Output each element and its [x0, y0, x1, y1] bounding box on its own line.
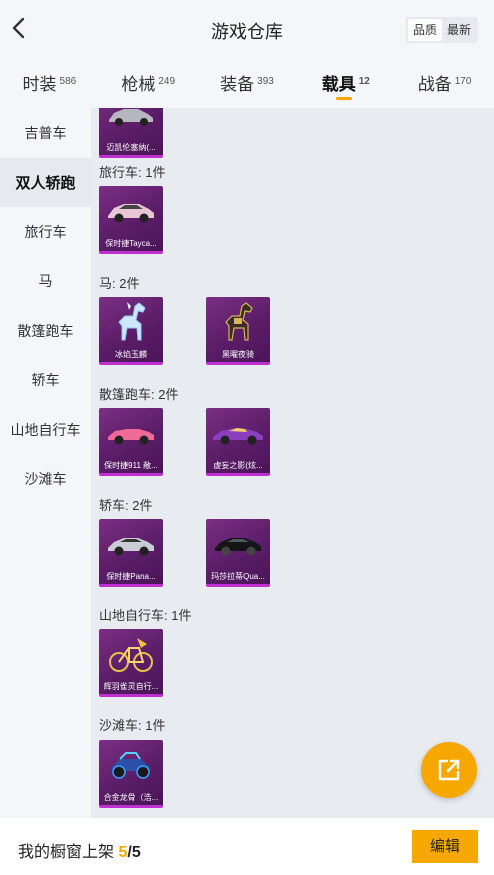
tab-underline: [335, 97, 352, 100]
sort-toggle: 品质 最新: [405, 17, 478, 43]
item-card[interactable]: 玛莎拉蒂Qua...: [206, 519, 270, 587]
car-icon: [99, 519, 163, 569]
sidebar-item-jeep[interactable]: 吉普车: [0, 108, 91, 158]
horse-icon: [206, 297, 270, 347]
item-name: 辉羽雀灵自行...: [103, 682, 159, 691]
tab-count: 249: [158, 76, 176, 87]
item-card[interactable]: 辉羽雀灵自行...: [99, 629, 163, 697]
showcase-status: 我的橱窗上架 5/5: [18, 838, 141, 862]
item-card[interactable]: 保时捷911 敞...: [99, 408, 163, 476]
item-card[interactable]: 合金龙骨（浩...: [99, 740, 163, 808]
sort-option-latest[interactable]: 最新: [442, 19, 476, 41]
item-name: 冰焰玉麟: [115, 350, 147, 359]
item-card[interactable]: 冰焰玉麟: [99, 297, 163, 365]
item-card[interactable]: 保时捷Tayca...: [99, 186, 163, 254]
sidebar-item-convertible[interactable]: 散篷跑车: [0, 306, 91, 356]
tab-label: 枪械: [121, 75, 156, 94]
item-card[interactable]: 保时捷Pana...: [99, 519, 163, 587]
item-name: 保时捷911 敞...: [104, 461, 158, 470]
group-label-beach-buggy: 沙滩车: 1件: [99, 718, 166, 733]
tab-label: 时装: [22, 75, 57, 94]
item-name: 虚妄之影(炫...: [213, 461, 263, 470]
group-label-mountain-bike: 山地自行车: 1件: [99, 608, 192, 623]
buggy-icon: [99, 740, 163, 790]
item-card[interactable]: 黑曜夜骑: [206, 297, 270, 365]
tab-firearms[interactable]: 枪械 249: [99, 58, 198, 108]
car-icon: [99, 186, 163, 236]
car-icon: [206, 519, 270, 569]
sort-option-quality[interactable]: 品质: [407, 19, 442, 41]
share-button[interactable]: [421, 742, 477, 798]
tab-label: 装备: [220, 75, 255, 94]
horse-icon: [99, 297, 163, 347]
item-card[interactable]: 虚妄之影(炫...: [206, 408, 270, 476]
share-external-icon: [438, 759, 460, 781]
tab-label: 载具: [321, 75, 356, 94]
showcase-total: /5: [127, 844, 141, 861]
tab-count: 393: [257, 76, 274, 87]
car-icon: [99, 108, 163, 140]
tab-label: 战备: [417, 75, 452, 94]
header-bar: 游戏仓库 品质 最新: [0, 0, 494, 58]
bicycle-icon: [99, 629, 163, 679]
tab-count: 586: [59, 76, 77, 87]
group-label-convertible: 散篷跑车: 2件: [99, 387, 179, 402]
tab-count: 12: [358, 76, 370, 87]
sidebar-item-sedan[interactable]: 轿车: [0, 356, 91, 406]
tab-fashion[interactable]: 时装 586: [0, 58, 99, 108]
item-name: 合金龙骨（浩...: [103, 793, 159, 802]
vehicle-list: 迈凯伦塞纳(... 旅行车: 1件 保时捷Tayca... 马: 2件 冰焰玉麟…: [91, 108, 494, 818]
tab-count: 170: [454, 76, 472, 87]
item-name: 迈凯伦塞纳(...: [106, 143, 156, 152]
item-name: 保时捷Pana...: [106, 572, 156, 581]
group-label-horse: 马: 2件: [99, 276, 140, 291]
group-label-wagon: 旅行车: 1件: [99, 165, 166, 180]
tab-equipment[interactable]: 装备 393: [198, 58, 297, 108]
item-card[interactable]: 迈凯伦塞纳(...: [99, 108, 163, 158]
sidebar-item-coupe[interactable]: 双人轿跑: [0, 157, 91, 207]
vehicle-type-sidebar: 吉普车 双人轿跑 旅行车 马 散篷跑车 轿车 山地自行车 沙滩车: [0, 108, 91, 818]
group-label-sedan: 轿车: 2件: [99, 498, 153, 513]
item-name: 保时捷Tayca...: [105, 239, 157, 248]
category-tabs: 时装 586 枪械 249 装备 393 载具 12 战备 170: [0, 58, 494, 108]
car-icon: [206, 408, 270, 458]
tab-vehicles[interactable]: 载具 12: [296, 58, 395, 108]
sidebar-item-horse[interactable]: 马: [0, 257, 91, 307]
sidebar-item-mountain-bike[interactable]: 山地自行车: [0, 405, 91, 455]
item-name: 黑曜夜骑: [222, 350, 254, 359]
footer-bar: 我的橱窗上架 5/5 编辑: [0, 818, 494, 875]
item-name: 玛莎拉蒂Qua...: [211, 572, 265, 581]
sidebar-item-beach-buggy[interactable]: 沙滩车: [0, 455, 91, 505]
sidebar-item-wagon[interactable]: 旅行车: [0, 207, 91, 257]
tab-battle-gear[interactable]: 战备 170: [395, 58, 494, 108]
showcase-label: 我的橱窗上架: [18, 844, 115, 861]
edit-button[interactable]: 编辑: [412, 830, 478, 863]
car-icon: [99, 408, 163, 458]
